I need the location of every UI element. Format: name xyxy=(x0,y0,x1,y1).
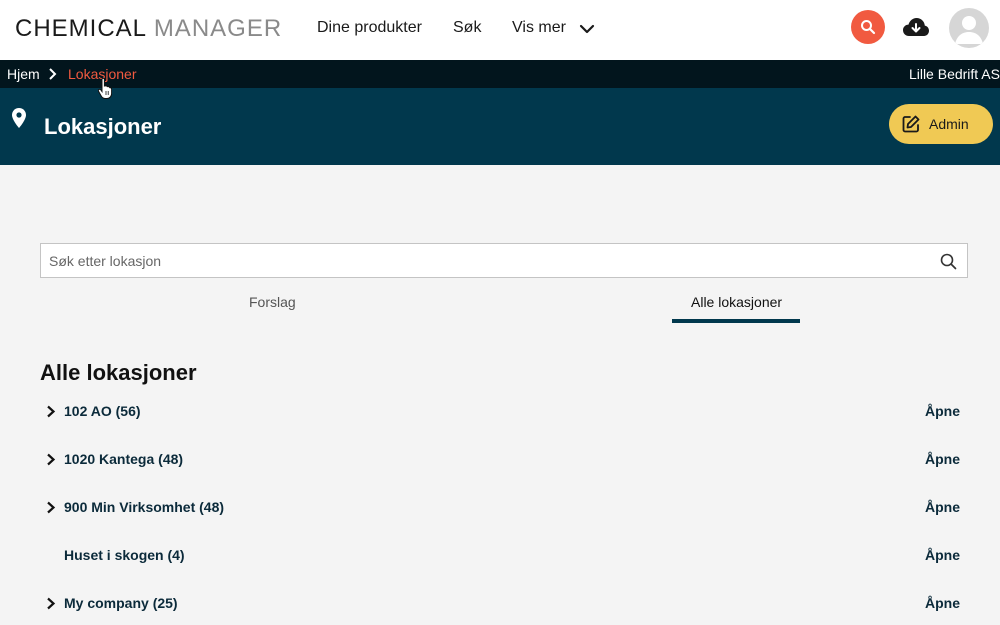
section-title: Alle lokasjoner xyxy=(40,360,197,385)
page-title: Lokasjoner xyxy=(44,114,162,139)
chevron-down-icon[interactable] xyxy=(578,22,596,36)
open-link[interactable]: Åpne xyxy=(925,595,960,611)
logo-text-chemical: CHEMICAL xyxy=(15,15,147,42)
list-item: 102 AO (56) Åpne xyxy=(40,396,965,426)
location-label[interactable]: 1020 Kantega (48) xyxy=(64,451,183,467)
location-pin-icon xyxy=(12,108,26,128)
tab-suggestions[interactable]: Forslag xyxy=(249,293,296,311)
hand-cursor-icon xyxy=(98,78,112,99)
location-search xyxy=(40,243,968,278)
open-link[interactable]: Åpne xyxy=(925,499,960,515)
admin-button[interactable]: Admin xyxy=(889,104,993,144)
chevron-right-icon[interactable] xyxy=(46,501,56,514)
nav-more[interactable]: Vis mer xyxy=(512,18,566,38)
tab-all-locations[interactable]: Alle lokasjoner xyxy=(691,293,782,311)
edit-icon xyxy=(902,115,920,133)
nav-search[interactable]: Søk xyxy=(453,18,481,38)
location-label[interactable]: 900 Min Virksomhet (48) xyxy=(64,499,224,515)
list-item: 900 Min Virksomhet (48) Åpne xyxy=(40,492,965,522)
admin-button-label: Admin xyxy=(929,116,969,132)
nav-products[interactable]: Dine produkter xyxy=(317,18,422,38)
cloud-download-icon[interactable] xyxy=(902,16,930,40)
search-icon[interactable] xyxy=(940,253,957,270)
company-name[interactable]: Lille Bedrift AS xyxy=(909,66,1000,82)
app-logo[interactable]: CHEMICAL MANAGER xyxy=(15,15,282,43)
open-link[interactable]: Åpne xyxy=(925,403,960,419)
search-input[interactable] xyxy=(41,244,921,277)
logo-text-manager: MANAGER xyxy=(153,15,283,42)
active-tab-indicator xyxy=(672,319,800,323)
user-avatar-icon[interactable] xyxy=(949,8,989,48)
search-icon xyxy=(861,20,876,35)
location-label[interactable]: Huset i skogen (4) xyxy=(64,547,185,563)
page-header-banner: Lokasjoner Admin xyxy=(0,88,1000,165)
breadcrumb-home[interactable]: Hjem xyxy=(7,66,40,82)
chevron-right-icon[interactable] xyxy=(46,405,56,418)
top-bar: CHEMICAL MANAGER Dine produkter Søk Vis … xyxy=(0,0,1000,60)
chevron-right-icon[interactable] xyxy=(46,453,56,466)
open-link[interactable]: Åpne xyxy=(925,451,960,467)
list-item: My company (25) Åpne xyxy=(40,588,965,618)
location-label[interactable]: My company (25) xyxy=(64,595,178,611)
list-item: 1020 Kantega (48) Åpne xyxy=(40,444,965,474)
breadcrumb: Hjem Lokasjoner Lille Bedrift AS xyxy=(0,60,1000,88)
chevron-right-icon[interactable] xyxy=(46,597,56,610)
open-link[interactable]: Åpne xyxy=(925,547,960,563)
header-search-button[interactable] xyxy=(851,10,885,44)
list-item: Huset i skogen (4) Åpne xyxy=(40,540,965,570)
location-label[interactable]: 102 AO (56) xyxy=(64,403,141,419)
chevron-right-icon xyxy=(49,68,57,80)
